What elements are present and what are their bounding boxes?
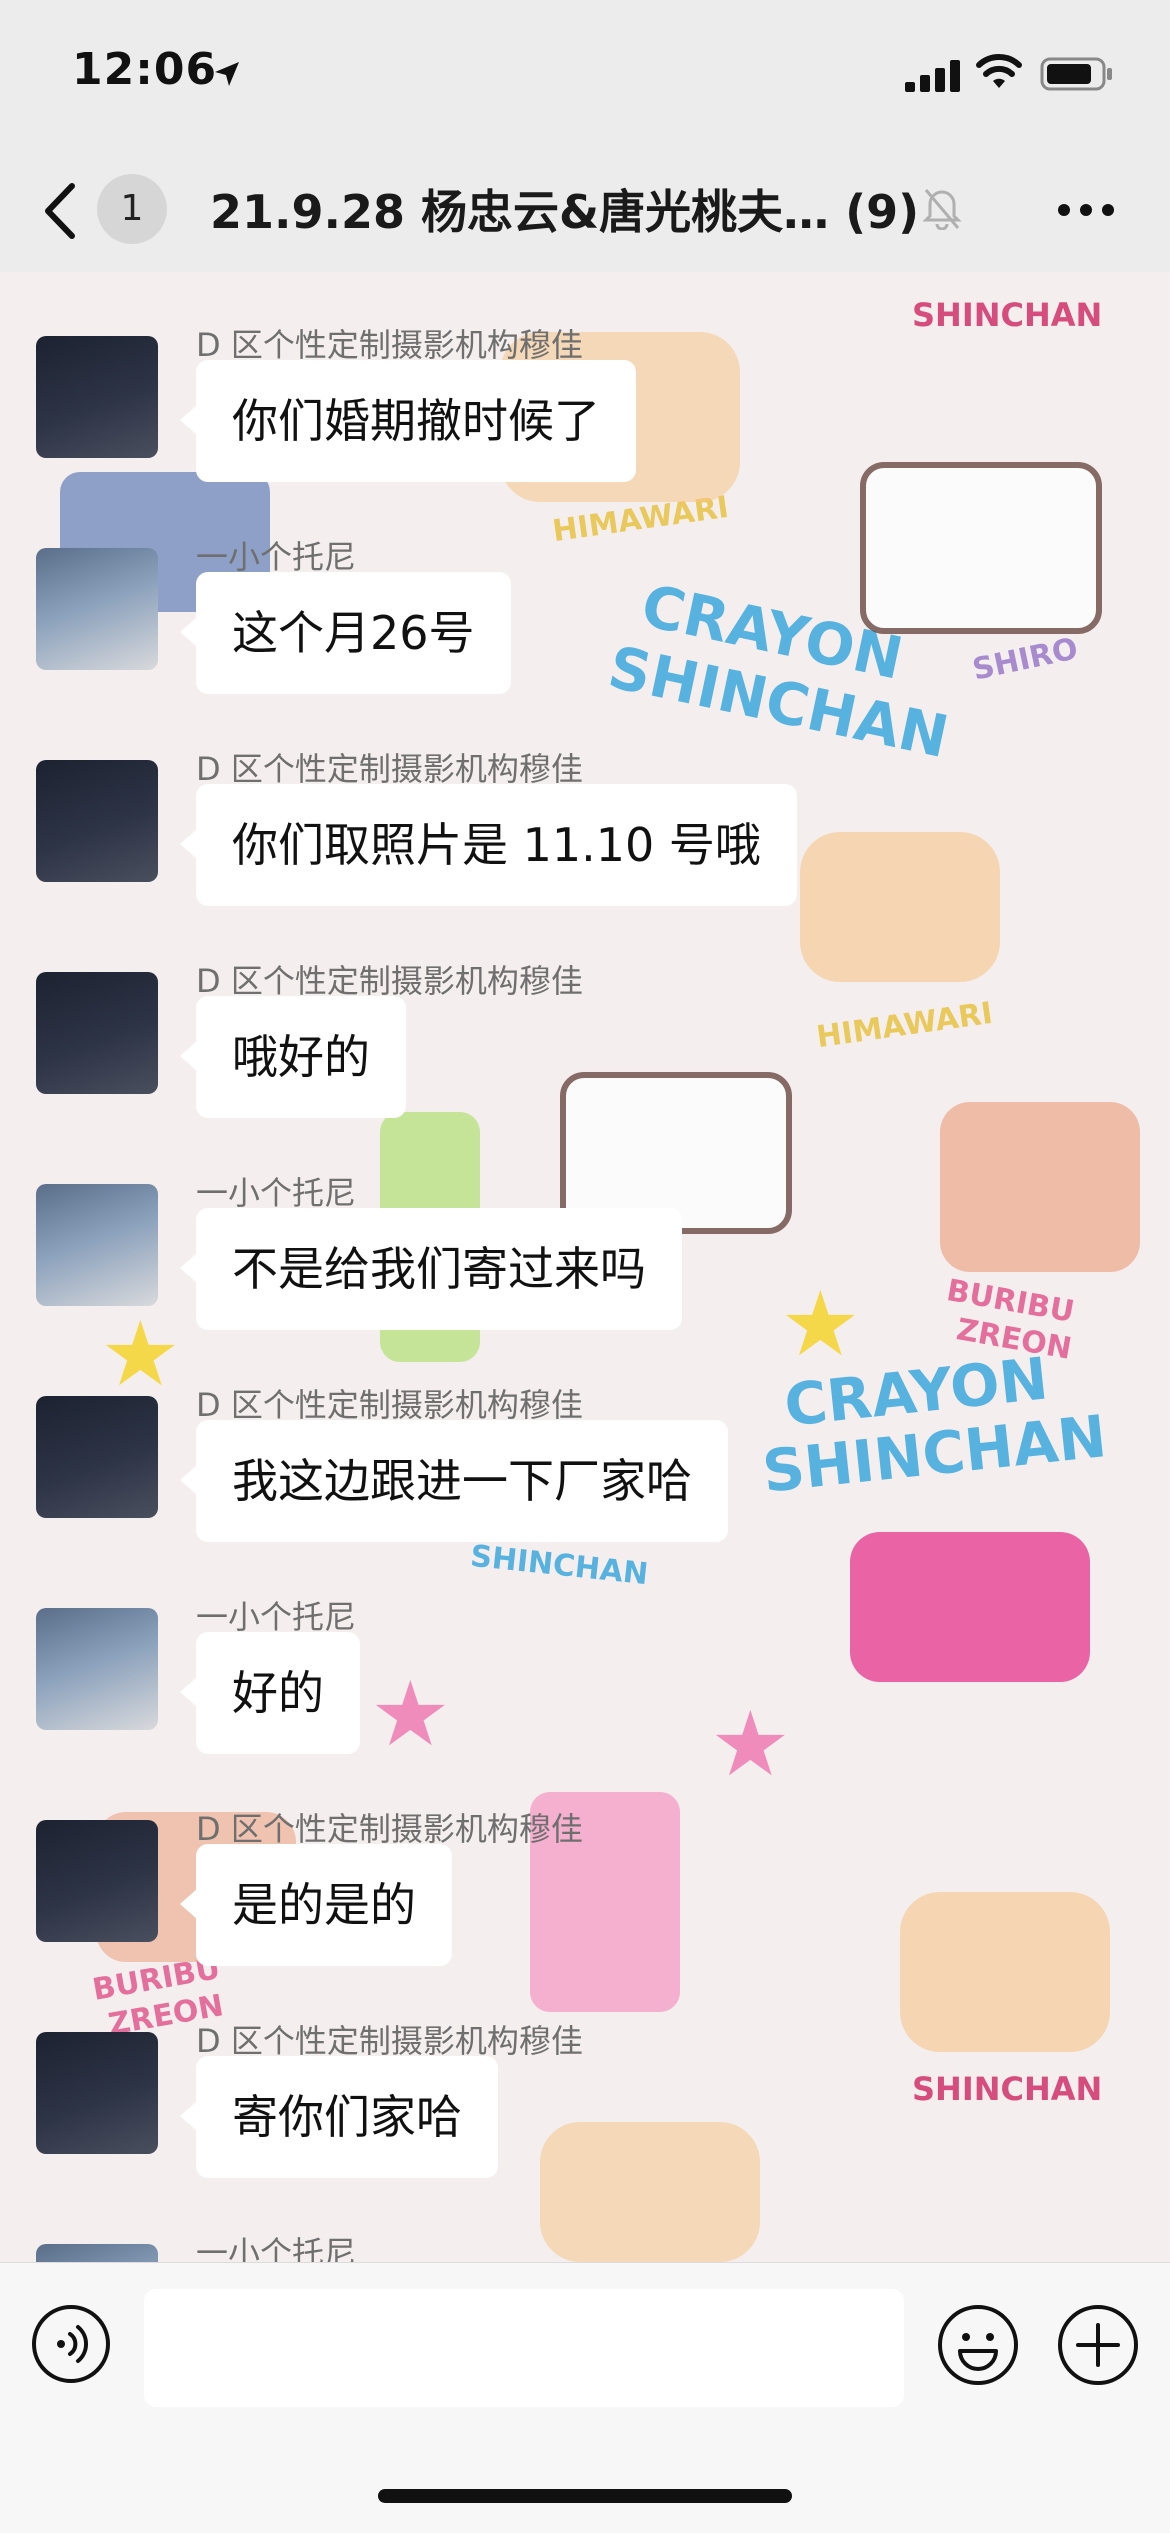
chat-title[interactable]: 21.9.28 杨忠云&唐光桃夫… (9) <box>210 176 919 242</box>
wallpaper-text: HIMAWARI <box>814 995 995 1056</box>
message-bubble[interactable]: 好的 <box>180 1632 360 1754</box>
wallpaper-text: SHINCHAN <box>912 2070 1103 2108</box>
message-bubble[interactable]: 寄你们家哈 <box>180 2056 498 2178</box>
chat-area[interactable]: SHINCHAN HIMAWARI CRAYON SHINCHAN SHIRO … <box>0 272 1170 2262</box>
wallpaper-character <box>800 832 1000 982</box>
wallpaper-star: ★ <box>100 1302 181 1407</box>
unread-count-badge[interactable]: 1 <box>97 174 167 244</box>
avatar[interactable] <box>36 760 158 882</box>
wallpaper-star: ★ <box>710 1692 791 1797</box>
avatar[interactable] <box>36 336 158 458</box>
avatar[interactable] <box>36 548 158 670</box>
chat-header: 1 21.9.28 杨忠云&唐光桃夫… (9) <box>0 150 1170 273</box>
plus-icon[interactable] <box>1056 2303 1140 2387</box>
avatar[interactable] <box>36 2244 158 2262</box>
more-options-icon[interactable] <box>1056 200 1116 220</box>
message-bubble[interactable]: 我这边跟进一下厂家哈 <box>180 1420 728 1542</box>
message-bubble[interactable]: 哦好的 <box>180 996 406 1118</box>
wallpaper-text: SHINCHAN <box>468 1538 650 1593</box>
avatar[interactable] <box>36 972 158 1094</box>
location-arrow-icon <box>215 62 239 86</box>
wallpaper-text: SHINCHAN <box>912 296 1103 334</box>
wallpaper-character <box>900 1892 1110 2052</box>
wallpaper-star: ★ <box>370 1662 451 1767</box>
avatar[interactable] <box>36 2032 158 2154</box>
wallpaper-character <box>850 1532 1090 1682</box>
emoji-icon[interactable] <box>936 2303 1020 2387</box>
wallpaper-character <box>940 1102 1140 1272</box>
status-bar: 12:06 <box>0 0 1170 150</box>
status-time: 12:06 <box>72 44 218 95</box>
cellular-signal-icon <box>905 60 960 92</box>
message-bubble[interactable]: 你们婚期撤时候了 <box>180 360 636 482</box>
message-bubble[interactable]: 不是给我们寄过来吗 <box>180 1208 682 1330</box>
wallpaper-character <box>860 462 1102 634</box>
message-bubble[interactable]: 是的是的 <box>180 1844 452 1966</box>
wifi-icon <box>976 54 1022 88</box>
message-bubble[interactable]: 这个月26号 <box>180 572 511 694</box>
message-input[interactable] <box>144 2289 904 2407</box>
avatar[interactable] <box>36 1184 158 1306</box>
muted-bell-icon <box>922 189 962 230</box>
wallpaper-star: ★ <box>780 1272 861 1377</box>
battery-icon <box>1040 57 1112 91</box>
message-bubble[interactable]: 你们取照片是 11.10 号哦 <box>180 784 797 906</box>
avatar[interactable] <box>36 1820 158 1942</box>
sender-name: 一小个托尼 <box>196 2234 357 2262</box>
voice-input-icon[interactable] <box>30 2303 112 2385</box>
wallpaper-character <box>540 2122 760 2262</box>
avatar[interactable] <box>36 1396 158 1518</box>
wallpaper-text: SHIRO <box>969 631 1081 688</box>
home-indicator[interactable] <box>378 2489 792 2503</box>
back-chevron-icon[interactable] <box>40 180 80 242</box>
input-bar <box>0 2262 1170 2533</box>
avatar[interactable] <box>36 1608 158 1730</box>
